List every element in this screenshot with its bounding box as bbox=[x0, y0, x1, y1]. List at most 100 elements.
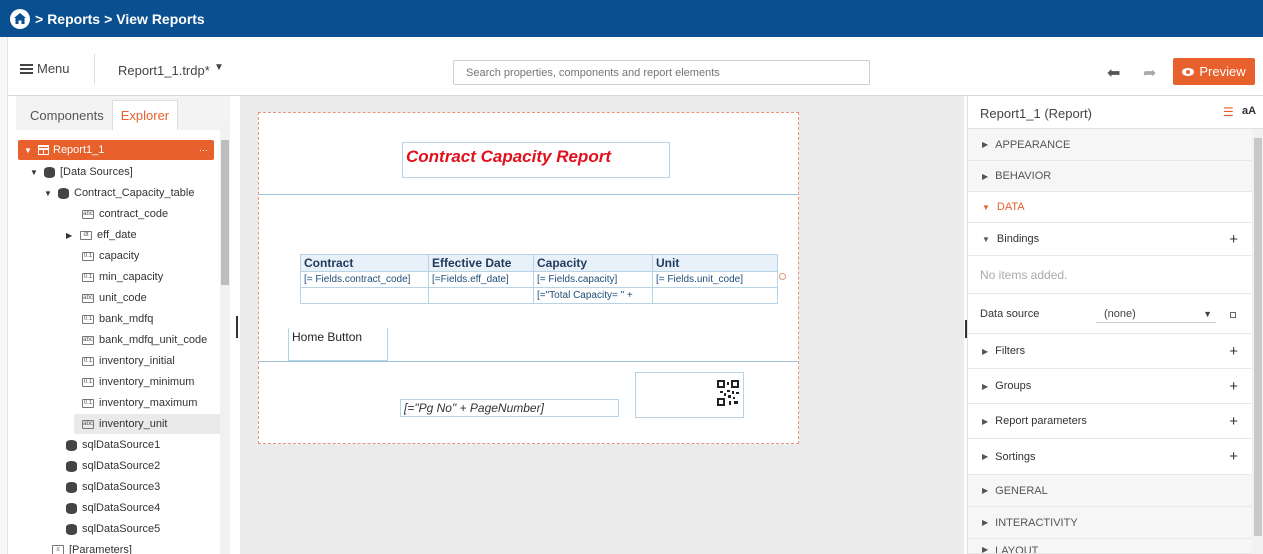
tree-item-field[interactable]: 0.1 inventory_maximum bbox=[82, 393, 197, 413]
tree-item-data-sources[interactable]: ▼ [Data Sources] bbox=[30, 162, 133, 182]
resize-anchor-handle[interactable] bbox=[779, 273, 786, 280]
collapse-triangle-icon: ▼ bbox=[982, 202, 990, 212]
table-cell[interactable]: [= Fields.contract_code] bbox=[300, 271, 429, 288]
section-general[interactable]: ▶ GENERAL bbox=[968, 475, 1252, 507]
table-cell[interactable]: [= Fields.unit_code] bbox=[652, 271, 778, 288]
tree-item-sql-source[interactable]: sqlDataSource2 bbox=[66, 456, 160, 476]
table-cell[interactable]: [=Fields.eff_date] bbox=[428, 271, 534, 288]
table-header-cell[interactable]: Unit bbox=[652, 254, 778, 272]
table-cell[interactable]: [="Total Capacity= " + bbox=[533, 287, 653, 304]
tab-explorer[interactable]: Explorer bbox=[111, 100, 179, 130]
breadcrumb-reports[interactable]: Reports bbox=[47, 11, 100, 27]
report-parameters-row[interactable]: ▶ Report parameters + bbox=[968, 404, 1252, 439]
section-interactivity[interactable]: ▶ INTERACTIVITY bbox=[968, 507, 1252, 539]
tree-item-label: sqlDataSource4 bbox=[82, 502, 161, 514]
tree-item-field[interactable]: ▶ dt eff_date bbox=[66, 225, 137, 245]
tree-item-field[interactable]: abc inventory_unit bbox=[82, 414, 168, 434]
panel-tabs: Components Explorer bbox=[16, 96, 230, 130]
table-header-cell[interactable]: Contract bbox=[300, 254, 429, 272]
table-cell[interactable] bbox=[428, 287, 534, 304]
more-options-icon[interactable]: ··· bbox=[199, 145, 208, 155]
tree-item-label: bank_mdfq_unit_code bbox=[99, 334, 208, 346]
bindings-row[interactable]: ▼ Bindings + bbox=[968, 223, 1252, 256]
tree-item-field[interactable]: 0.1 min_capacity bbox=[82, 267, 163, 287]
expand-caret-icon[interactable]: ▼ bbox=[24, 146, 32, 155]
tree-item-label: bank_mdfq bbox=[99, 313, 154, 325]
groups-row[interactable]: ▶ Groups + bbox=[968, 369, 1252, 404]
report-page[interactable]: Contract Capacity Report Contract Effect… bbox=[258, 112, 799, 444]
chevron-down-icon: ▼ bbox=[1203, 308, 1212, 319]
data-source-edit-icon[interactable] bbox=[1230, 312, 1236, 318]
report-table[interactable]: Contract Effective Date Capacity Unit [=… bbox=[300, 254, 778, 304]
table-cell[interactable]: [= Fields.capacity] bbox=[533, 271, 653, 288]
tree-item-parameters[interactable]: ≡ [Parameters] bbox=[52, 540, 132, 554]
tree-item-label: sqlDataSource3 bbox=[82, 481, 161, 493]
data-source-select[interactable]: (none) ▼ bbox=[1096, 305, 1216, 323]
tree-item-field[interactable]: 0.1 capacity bbox=[82, 246, 139, 266]
tree-item-label: min_capacity bbox=[99, 271, 164, 283]
add-parameter-icon[interactable]: + bbox=[1229, 413, 1238, 430]
explorer-scrollbar-thumb[interactable] bbox=[221, 140, 229, 285]
tree-item-label: sqlDataSource2 bbox=[82, 460, 161, 472]
section-data[interactable]: ▼ DATA bbox=[968, 192, 1252, 223]
undo-icon[interactable]: ⬅ bbox=[1107, 63, 1120, 83]
title-textbox[interactable]: Contract Capacity Report bbox=[402, 142, 670, 178]
table-cell[interactable] bbox=[300, 287, 429, 304]
menu-label: Menu bbox=[37, 61, 70, 76]
tree-item-report-root[interactable]: ▼ Report1_1 ··· bbox=[18, 140, 214, 160]
add-sorting-icon[interactable]: + bbox=[1229, 448, 1238, 465]
sortings-row[interactable]: ▶ Sortings + bbox=[968, 439, 1252, 475]
database-icon bbox=[66, 460, 77, 472]
home-icon[interactable] bbox=[10, 8, 30, 29]
table-cell[interactable] bbox=[652, 287, 778, 304]
report-title: Contract Capacity Report bbox=[406, 147, 611, 166]
add-group-icon[interactable]: + bbox=[1229, 378, 1238, 395]
redo-icon[interactable]: ➦ bbox=[1143, 63, 1156, 83]
breadcrumb-view-reports: View Reports bbox=[116, 10, 205, 27]
database-table-icon bbox=[58, 187, 69, 199]
file-name[interactable]: Report1_1.trdp* bbox=[118, 63, 210, 78]
preview-button[interactable]: Preview bbox=[1173, 58, 1255, 85]
tree-item-field[interactable]: abc contract_code bbox=[82, 204, 168, 224]
page-number-expression: [="Pg No" + PageNumber] bbox=[404, 401, 544, 415]
tree-item-sql-source[interactable]: sqlDataSource1 bbox=[66, 435, 160, 455]
tree-item-field[interactable]: abc unit_code bbox=[82, 288, 147, 308]
section-appearance[interactable]: ▶ APPEARANCE bbox=[968, 129, 1252, 161]
properties-panel: Report1_1 (Report) ☰ aA ▶ APPEARANCE ▶ B… bbox=[967, 96, 1263, 554]
breadcrumb-separator: > bbox=[104, 10, 113, 27]
designer-toolbar: Menu Report1_1.trdp* ▼ ⬅ ➦ Preview bbox=[8, 37, 1263, 96]
filters-row[interactable]: ▶ Filters + bbox=[968, 334, 1252, 369]
expand-caret-icon[interactable]: ▼ bbox=[44, 189, 52, 198]
expand-caret-icon[interactable]: ▼ bbox=[30, 168, 38, 177]
add-filter-icon[interactable]: + bbox=[1229, 343, 1238, 360]
tree-item-field[interactable]: 0.1 bank_mdfq bbox=[82, 309, 153, 329]
menu-button[interactable]: Menu bbox=[20, 61, 70, 76]
tree-item-table[interactable]: ▼ Contract_Capacity_table bbox=[44, 183, 194, 203]
section-layout[interactable]: ▶ LAYOUT bbox=[968, 539, 1252, 554]
tree-item-sql-source[interactable]: sqlDataSource5 bbox=[66, 519, 160, 539]
toolbar-divider bbox=[94, 54, 95, 84]
add-binding-icon[interactable]: + bbox=[1229, 231, 1238, 248]
tree-item-field[interactable]: abc bank_mdfq_unit_code bbox=[82, 330, 207, 350]
tree-item-field[interactable]: 0.1 inventory_initial bbox=[82, 351, 175, 371]
alphabetical-view-icon[interactable]: aA bbox=[1242, 105, 1256, 117]
expand-triangle-icon: ▶ bbox=[982, 486, 989, 495]
tree-item-sql-source[interactable]: sqlDataSource3 bbox=[66, 477, 160, 497]
tree-item-field[interactable]: 0.1 inventory_minimum bbox=[82, 372, 194, 392]
tree-item-sql-source[interactable]: sqlDataSource4 bbox=[66, 498, 160, 518]
table-header-cell[interactable]: Capacity bbox=[533, 254, 653, 272]
left-splitter-handle[interactable] bbox=[236, 316, 238, 338]
table-row: [="Total Capacity= " + bbox=[300, 287, 778, 304]
properties-scrollbar-thumb[interactable] bbox=[1254, 138, 1262, 536]
section-behavior[interactable]: ▶ BEHAVIOR bbox=[968, 161, 1252, 192]
file-dropdown-caret-icon[interactable]: ▼ bbox=[214, 62, 224, 73]
bindings-empty-row: No items added. bbox=[968, 256, 1252, 294]
tab-components[interactable]: Components bbox=[22, 101, 112, 130]
band-divider bbox=[259, 361, 798, 362]
sortings-label: Sortings bbox=[995, 450, 1036, 463]
string-field-icon: abc bbox=[82, 293, 94, 303]
table-header-cell[interactable]: Effective Date bbox=[428, 254, 534, 272]
search-input[interactable] bbox=[453, 60, 870, 85]
expand-caret-icon[interactable]: ▶ bbox=[66, 231, 74, 240]
categorized-view-icon[interactable]: ☰ bbox=[1223, 105, 1234, 119]
